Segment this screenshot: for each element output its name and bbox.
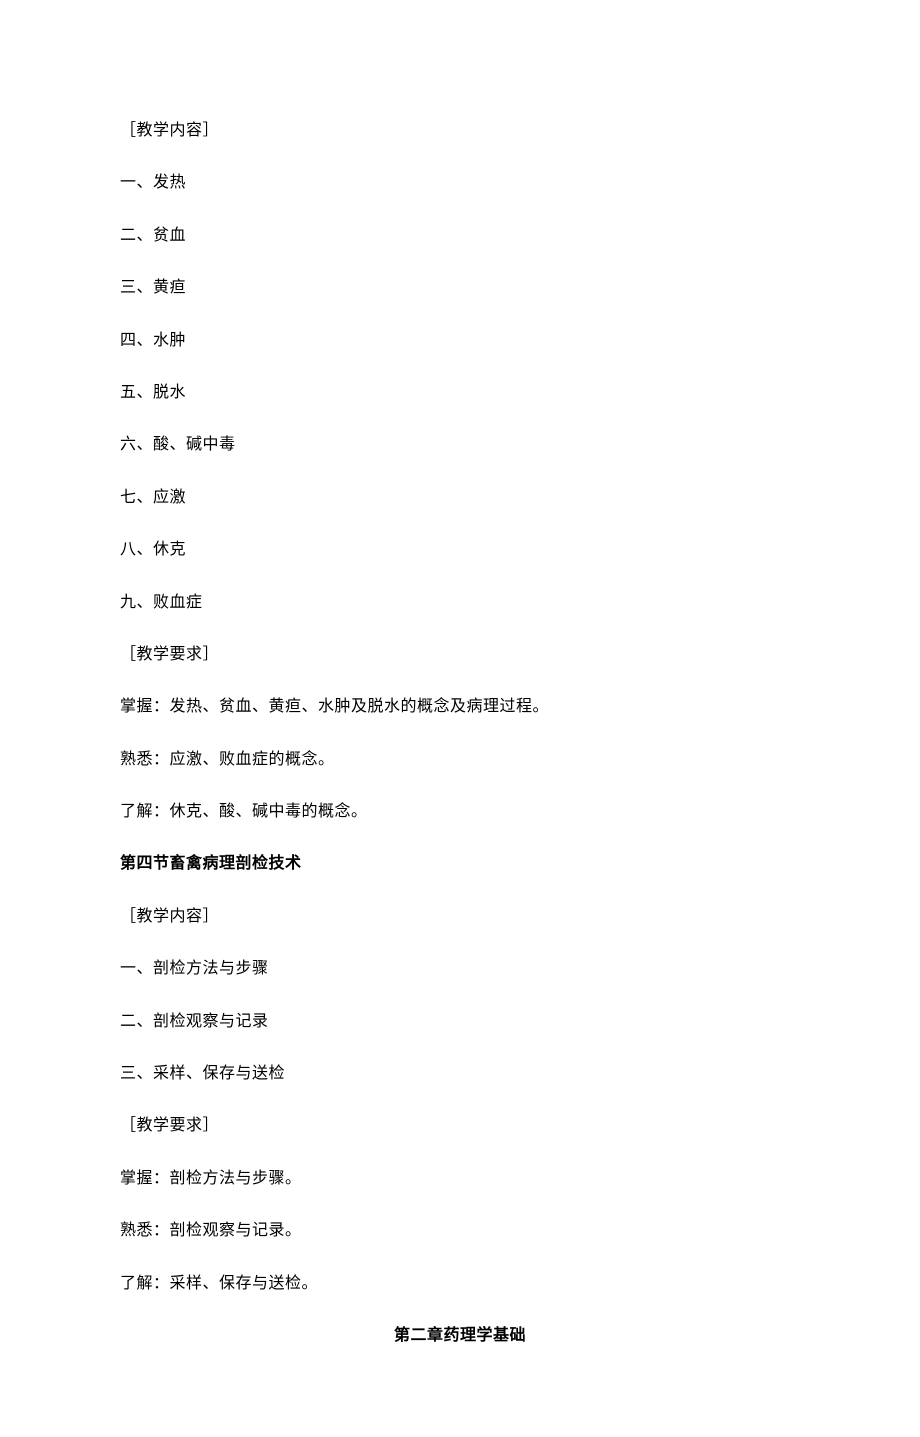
content-item-dehydration: 五、脱水 [120,382,800,404]
content-item-jaundice: 三、黄疸 [120,277,800,299]
requirement-familiar-2: 熟悉：剖检观察与记录。 [120,1220,800,1242]
content-item-fever: 一、发热 [120,172,800,194]
content-item-shock: 八、休克 [120,539,800,561]
requirement-familiar: 熟悉：应激、败血症的概念。 [120,749,800,771]
requirement-understand: 了解：休克、酸、碱中毒的概念。 [120,801,800,823]
requirement-master: 掌握：发热、贫血、黄疸、水肿及脱水的概念及病理过程。 [120,696,800,718]
content-item-septicemia: 九、败血症 [120,592,800,614]
section-title-autopsy: 第四节畜禽病理剖检技术 [120,853,800,875]
content-item-acid-base: 六、酸、碱中毒 [120,434,800,456]
teaching-requirements-header: ［教学要求］ [120,644,800,666]
teaching-content-header-2: ［教学内容］ [120,906,800,928]
content-item-autopsy-method: 一、剖检方法与步骤 [120,958,800,980]
content-item-edema: 四、水肿 [120,330,800,352]
chapter-title-pharmacology: 第二章药理学基础 [120,1325,800,1347]
content-item-anemia: 二、贫血 [120,225,800,247]
content-item-stress: 七、应激 [120,487,800,509]
teaching-content-header: ［教学内容］ [120,120,800,142]
content-item-sampling: 三、采样、保存与送检 [120,1063,800,1085]
requirement-understand-2: 了解：采样、保存与送检。 [120,1273,800,1295]
teaching-requirements-header-2: ［教学要求］ [120,1115,800,1137]
content-item-autopsy-record: 二、剖检观察与记录 [120,1011,800,1033]
requirement-master-2: 掌握：剖检方法与步骤。 [120,1168,800,1190]
